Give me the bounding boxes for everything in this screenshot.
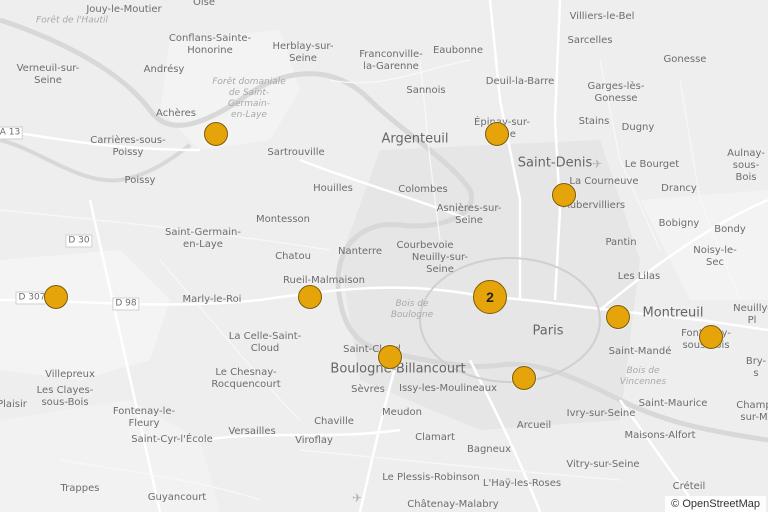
map-view[interactable]: ✈ ✈ Jouy-le-Moutier Forêt de l'Hautil Oi… (0, 0, 768, 512)
map-marker[interactable] (378, 345, 402, 369)
map-basemap: ✈ ✈ (0, 0, 768, 512)
map-marker[interactable] (298, 285, 322, 309)
map-marker[interactable] (44, 285, 68, 309)
map-attribution[interactable]: © OpenStreetMap (665, 496, 766, 512)
cluster-marker[interactable]: 2 (473, 280, 507, 314)
svg-text:✈: ✈ (352, 491, 362, 505)
map-marker[interactable] (552, 183, 576, 207)
map-marker[interactable] (485, 122, 509, 146)
map-marker[interactable] (606, 305, 630, 329)
map-marker[interactable] (699, 325, 723, 349)
svg-text:✈: ✈ (592, 157, 602, 171)
map-marker[interactable] (204, 122, 228, 146)
map-marker[interactable] (512, 366, 536, 390)
